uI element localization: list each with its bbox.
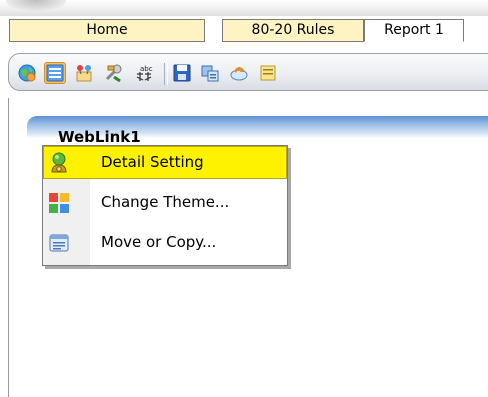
- pin-board-icon[interactable]: [73, 62, 95, 84]
- tab-bar: Home 80-20 Rules Report 1: [0, 19, 488, 43]
- tab-home[interactable]: Home: [9, 19, 205, 42]
- tools-icon[interactable]: [103, 62, 125, 84]
- menu-item-detail-setting[interactable]: Detail Setting: [43, 146, 287, 179]
- notes-icon[interactable]: [257, 62, 279, 84]
- spell-check-icon[interactable]: abc: [133, 62, 155, 84]
- menu-item-change-theme[interactable]: Change Theme...: [43, 186, 287, 219]
- share-icon[interactable]: [228, 62, 250, 84]
- save-icon[interactable]: [171, 62, 193, 84]
- top-nub-decoration: [6, 0, 66, 12]
- copy-report-icon[interactable]: [199, 62, 221, 84]
- toolbar-separator: [164, 63, 168, 85]
- color-palette-icon: [48, 192, 70, 214]
- globe-icon[interactable]: [16, 62, 38, 84]
- tab-report-1[interactable]: Report 1: [364, 19, 464, 42]
- menu-item-label: Move or Copy...: [101, 233, 217, 251]
- context-menu: Detail Setting Change Theme... Move or C…: [42, 145, 288, 266]
- tab-80-20-rules[interactable]: 80-20 Rules: [222, 19, 364, 42]
- list-view-icon[interactable]: [44, 62, 66, 84]
- menu-item-move-or-copy[interactable]: Move or Copy...: [43, 226, 287, 259]
- menu-item-label: Change Theme...: [101, 193, 230, 211]
- toolbar: abc: [8, 53, 488, 91]
- window-top-strip: [0, 0, 488, 16]
- menu-item-label: Detail Setting: [101, 153, 204, 171]
- settings-person-icon: [48, 152, 70, 174]
- svg-text:abc: abc: [140, 65, 153, 73]
- move-copy-icon: [48, 232, 70, 254]
- panel-title: WebLink1: [58, 128, 141, 142]
